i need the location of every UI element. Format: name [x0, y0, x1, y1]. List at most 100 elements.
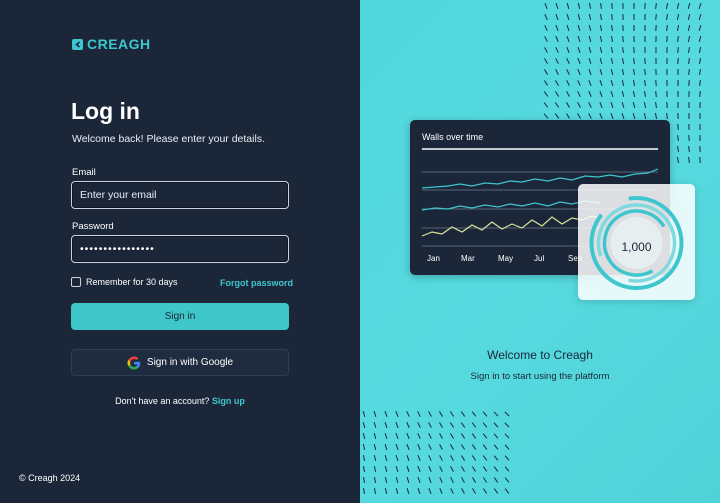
decorative-dash [666, 24, 668, 32]
decorative-dash [543, 91, 549, 97]
decorative-dash [621, 57, 625, 65]
decorative-dash [406, 444, 410, 450]
decorative-dash [566, 91, 570, 97]
decorative-dash [472, 488, 476, 494]
sign-in-button[interactable]: Sign in [71, 303, 289, 330]
decorative-dash [460, 433, 466, 439]
decorative-dash [417, 444, 421, 450]
decorative-dash [373, 410, 377, 418]
decorative-dash [666, 35, 668, 43]
decorative-dash [677, 123, 679, 131]
decorative-dash [428, 411, 432, 417]
decorative-dash [482, 433, 488, 439]
welcome-title: Welcome to Creagh [487, 348, 593, 362]
decorative-dash [699, 68, 701, 76]
decorative-dash [632, 79, 636, 87]
sign-up-link[interactable]: Sign up [212, 396, 245, 406]
decorative-dash [632, 112, 636, 120]
decorative-dash [554, 113, 560, 119]
decorative-dash [493, 422, 499, 428]
decorative-dash [450, 433, 454, 439]
decorative-dash [555, 47, 559, 53]
x-tick-label: May [498, 254, 513, 263]
decorative-dash [555, 69, 559, 75]
decorative-dash [395, 476, 399, 484]
decorative-dash [482, 488, 488, 494]
decorative-dash [384, 465, 388, 473]
decorative-dash [406, 411, 410, 417]
decorative-dash [665, 2, 669, 10]
decorative-dash [395, 444, 399, 450]
decorative-dash [676, 13, 680, 21]
decorative-dash [687, 13, 691, 21]
email-field[interactable] [71, 181, 289, 209]
decorative-dash [428, 433, 432, 439]
decorative-dash [677, 24, 679, 32]
decorative-dash [471, 433, 477, 439]
decorative-dash [688, 156, 690, 164]
decorative-dash [461, 477, 465, 483]
stat-value: 1,000 [621, 240, 652, 254]
decorative-dash [588, 91, 592, 97]
decorative-dash [577, 102, 581, 108]
decorative-dash [449, 422, 455, 428]
decorative-dash [621, 90, 625, 98]
decorative-dash [362, 410, 366, 418]
decorative-dash [384, 432, 388, 440]
decorative-dash [666, 101, 668, 109]
decorative-dash [577, 58, 581, 64]
decorative-dash [493, 466, 499, 472]
decorative-dash [643, 101, 647, 109]
password-field[interactable] [71, 235, 289, 263]
decorative-dash [599, 57, 603, 65]
decorative-dash [373, 454, 377, 462]
decorative-dash [449, 411, 455, 417]
decorative-dash [460, 422, 466, 428]
decorative-dash [493, 411, 499, 417]
forgot-password-link[interactable]: Forgot password [220, 278, 293, 288]
brand-name: CREAGH [87, 36, 151, 52]
decorative-dash [565, 113, 571, 119]
decorative-dash [687, 35, 691, 43]
decorative-dash [588, 13, 592, 21]
decorative-dash [621, 101, 625, 109]
decorative-dash [610, 102, 614, 108]
chart-title: Walls over time [422, 132, 484, 142]
decorative-dash [482, 422, 488, 428]
decorative-dash [588, 80, 592, 86]
decorative-dash [362, 465, 366, 473]
decorative-dash [588, 113, 592, 119]
decorative-dash [666, 13, 668, 21]
decorative-dash [688, 145, 690, 153]
decorative-dash [566, 25, 570, 31]
decorative-dash [417, 433, 421, 439]
decorative-dash [504, 433, 510, 439]
decorative-dash [688, 46, 690, 54]
email-label: Email [72, 167, 96, 178]
google-sign-in-button[interactable]: Sign in with Google [71, 349, 289, 376]
decorative-dash [555, 25, 559, 31]
decorative-dash [363, 476, 365, 484]
decorative-dash [566, 80, 570, 86]
decorative-dash [677, 145, 679, 153]
decorative-dash [504, 444, 510, 450]
remember-checkbox[interactable] [71, 277, 81, 287]
decorative-dash [543, 113, 549, 119]
decorative-dash [543, 80, 549, 86]
remember-me[interactable]: Remember for 30 days [71, 277, 178, 287]
decorative-dash [544, 14, 548, 20]
page-title: Log in [71, 98, 140, 124]
decorative-dash [588, 69, 592, 75]
decorative-dash [439, 422, 443, 428]
decorative-dash [588, 46, 592, 54]
decorative-dash [450, 477, 454, 483]
decorative-dash [555, 36, 559, 42]
decorative-dash [655, 2, 657, 10]
chart-series-line [421, 215, 601, 237]
decorative-dash [406, 476, 410, 484]
decorative-dash [471, 444, 477, 450]
decorative-dash [610, 113, 614, 119]
decorative-dash [566, 47, 570, 53]
decorative-dash [362, 432, 366, 440]
decorative-dash [588, 2, 592, 10]
